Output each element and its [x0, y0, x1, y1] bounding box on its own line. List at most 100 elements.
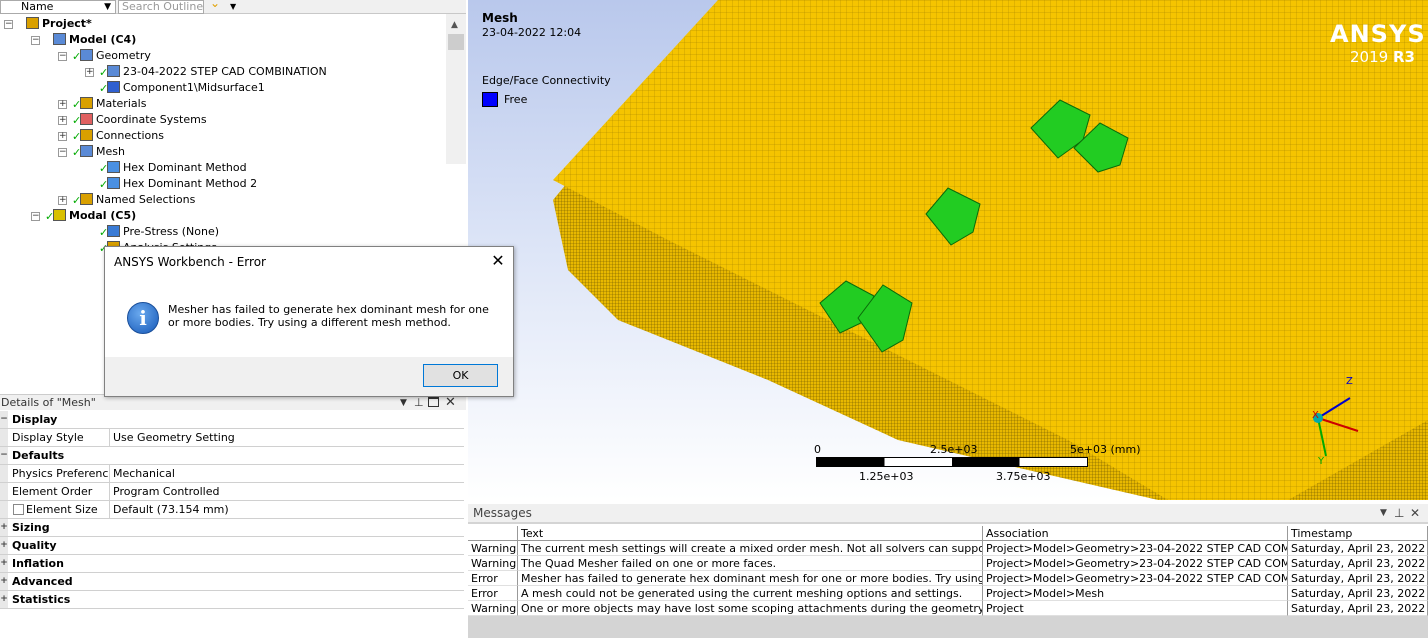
column-header[interactable]: Text — [518, 526, 983, 541]
tree-node[interactable]: Component1\Midsurface1 — [123, 80, 265, 96]
details-row[interactable]: Display Style Use Geometry Setting — [0, 429, 464, 447]
property-label: Element Size — [10, 501, 110, 518]
chevron-down-icon[interactable]: ▼ — [1380, 504, 1387, 522]
message-type: Warning — [468, 541, 518, 556]
section-expander[interactable]: + — [0, 591, 8, 608]
tree-expander[interactable]: − — [58, 148, 67, 157]
tree-node-icon — [80, 129, 93, 141]
tree-node[interactable]: Modal (C5) — [69, 208, 136, 224]
axis-triad[interactable] — [1306, 376, 1366, 466]
element-size-checkbox[interactable] — [13, 504, 24, 515]
details-section[interactable]: + Statistics — [0, 591, 464, 609]
tree-node[interactable]: Materials — [96, 96, 146, 112]
section-expander[interactable]: + — [0, 555, 8, 572]
tree-expander[interactable]: − — [31, 36, 40, 45]
dialog-body: i Mesher has failed to generate hex domi… — [105, 277, 513, 357]
pin-icon[interactable]: ⊥ — [1394, 504, 1404, 522]
property-value[interactable]: Mechanical — [112, 465, 175, 482]
tree-node[interactable]: Hex Dominant Method — [123, 160, 247, 176]
section-label: Quality — [12, 539, 57, 552]
tree-scrollbar[interactable]: ▲ — [446, 14, 466, 164]
scale-tick-1: 2.5e+03 — [930, 443, 978, 456]
chevron-down-icon[interactable]: ▼ — [400, 395, 407, 411]
section-expander[interactable]: + — [0, 537, 8, 554]
tree-expander[interactable]: − — [31, 212, 40, 221]
tree-node-icon — [107, 81, 120, 93]
tree-expander[interactable]: − — [4, 20, 13, 29]
tree-node[interactable]: Model (C4) — [69, 32, 136, 48]
property-value[interactable]: Use Geometry Setting — [112, 429, 235, 446]
details-section[interactable]: − Defaults — [0, 447, 464, 465]
tree-node[interactable]: Hex Dominant Method 2 — [123, 176, 257, 192]
details-title: Details of "Mesh" — [1, 396, 96, 409]
search-outline-input[interactable]: Search Outline — [118, 0, 204, 14]
filter-icon[interactable]: ⌄ — [210, 0, 224, 10]
maximize-icon[interactable] — [428, 397, 439, 407]
legend-swatch — [482, 92, 498, 107]
section-expander[interactable] — [0, 483, 8, 500]
messages-title: Messages — [473, 506, 532, 520]
scroll-thumb[interactable] — [448, 34, 464, 50]
tree-expander[interactable]: + — [85, 68, 94, 77]
tree-expander[interactable]: − — [58, 52, 67, 61]
tree-node[interactable]: Geometry — [96, 48, 151, 64]
tree-node[interactable]: Coordinate Systems — [96, 112, 207, 128]
section-expander[interactable] — [0, 429, 8, 446]
details-section[interactable]: − Display — [0, 411, 464, 429]
message-assoc: Project>Model>Mesh — [983, 586, 1288, 601]
property-value[interactable]: Program Controlled — [112, 483, 219, 500]
details-row[interactable]: Element Size Default (73.154 mm) — [0, 501, 464, 519]
dialog-close-button[interactable]: ✕ — [483, 247, 513, 277]
tree-expander[interactable]: + — [58, 116, 67, 125]
details-section[interactable]: + Quality — [0, 537, 464, 555]
section-expander[interactable]: − — [0, 447, 8, 464]
details-section[interactable]: + Inflation — [0, 555, 464, 573]
tree-node[interactable]: Mesh — [96, 144, 125, 160]
section-expander[interactable] — [0, 465, 8, 482]
message-row[interactable]: Warning The current mesh settings will cr… — [468, 541, 1428, 556]
close-icon[interactable]: ✕ — [1410, 504, 1420, 522]
filter-dropdown-icon[interactable]: ▼ — [230, 2, 236, 11]
details-row[interactable]: Physics Preference Mechanical — [0, 465, 464, 483]
messages-header: Messages ▼ ⊥ ✕ — [468, 504, 1428, 522]
column-header[interactable]: Association — [983, 526, 1288, 541]
details-section[interactable]: + Sizing — [0, 519, 464, 537]
scroll-up-icon[interactable]: ▲ — [451, 20, 458, 30]
details-row[interactable]: Element Order Program Controlled — [0, 483, 464, 501]
tree-node[interactable]: Named Selections — [96, 192, 195, 208]
tree-expander[interactable]: + — [58, 132, 67, 141]
property-value[interactable]: Default (73.154 mm) — [112, 501, 229, 518]
details-grid: − Display Display Style Use Geometry Settin… — [0, 411, 466, 638]
tree-expander[interactable]: + — [58, 100, 67, 109]
close-icon[interactable]: ✕ — [445, 395, 456, 411]
message-row[interactable]: Warning The Quad Mesher failed on one or … — [468, 556, 1428, 571]
section-label: Sizing — [12, 521, 50, 534]
message-text: Mesher has failed to generate hex domina… — [518, 571, 983, 586]
pin-icon[interactable]: ⊥ — [414, 395, 424, 411]
column-header[interactable]: Timestamp — [1288, 526, 1428, 541]
info-icon: i — [127, 302, 159, 334]
tree-node[interactable]: Project* — [42, 16, 92, 32]
section-expander[interactable]: + — [0, 573, 8, 590]
column-header[interactable] — [468, 526, 518, 541]
tree-node[interactable]: 23-04-2022 STEP CAD COMBINATION — [123, 64, 327, 80]
tree-expander[interactable]: + — [58, 196, 67, 205]
graphics-viewport[interactable]: Mesh 23-04-2022 12:04 Edge/Face Connecti… — [468, 0, 1428, 500]
message-row[interactable]: Error A mesh could not be generated using… — [468, 586, 1428, 601]
ok-button[interactable]: OK — [423, 364, 498, 387]
tree-node[interactable]: Pre-Stress (None) — [123, 224, 219, 240]
message-text: The Quad Mesher failed on one or more fa… — [518, 556, 983, 571]
section-expander[interactable]: − — [0, 411, 8, 428]
message-assoc: Project>Model>Geometry>23-04-2022 STEP C… — [983, 541, 1288, 556]
details-section[interactable]: + Advanced — [0, 573, 464, 591]
message-row[interactable]: Warning One or more objects may have lost… — [468, 601, 1428, 616]
message-row[interactable]: Error Mesher has failed to generate hex d… — [468, 571, 1428, 586]
section-expander[interactable]: + — [0, 519, 8, 536]
tree-node-icon — [53, 209, 66, 221]
message-text: The current mesh settings will create a … — [518, 541, 983, 556]
tree-node-icon — [53, 33, 66, 45]
tree-node[interactable]: Connections — [96, 128, 164, 144]
name-column-dropdown[interactable]: Name ▼ — [0, 0, 116, 14]
section-expander[interactable] — [0, 501, 8, 518]
message-ts: Saturday, April 23, 2022 12:03 — [1288, 556, 1428, 571]
